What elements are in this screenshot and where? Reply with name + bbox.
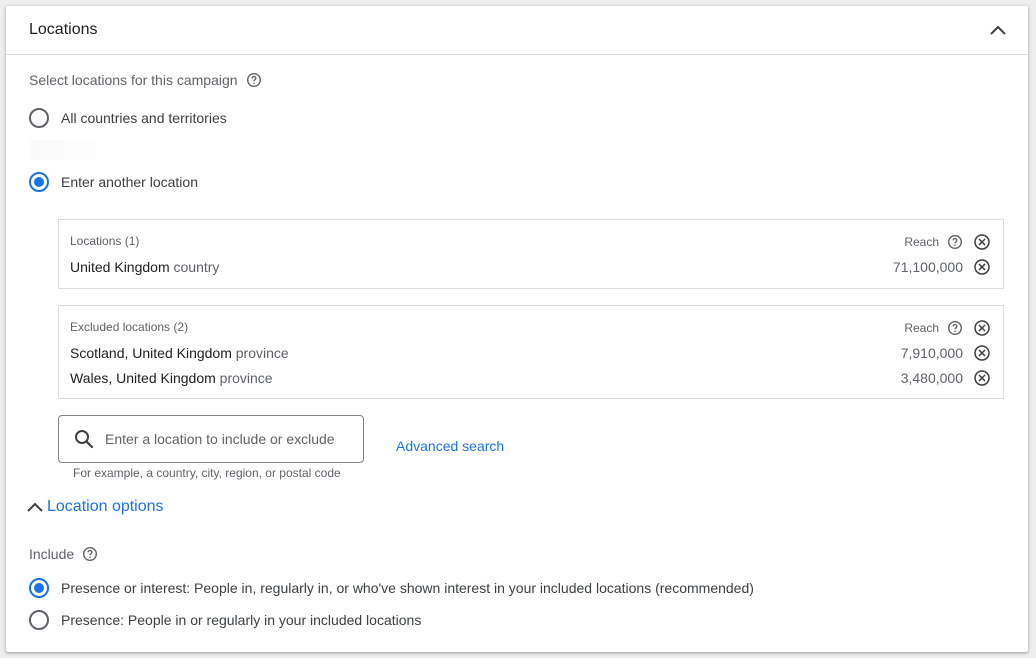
location-type: province [219, 370, 273, 386]
locations-card: Locations Select locations for this camp… [6, 6, 1028, 652]
location-reach: 71,100,000 [892, 259, 963, 275]
location-options-toggle[interactable]: Location options [26, 498, 164, 516]
faded-placeholder [30, 140, 96, 160]
search-icon [75, 430, 94, 449]
remove-all-excluded-icon[interactable] [973, 319, 991, 337]
location-type: country [173, 259, 220, 275]
location-name: Wales, United Kingdom [70, 370, 216, 386]
location-reach: 3,480,000 [900, 370, 963, 386]
radio-presence-row[interactable]: Presence: People in or regularly in your… [29, 610, 421, 630]
include-label: Include [29, 546, 98, 562]
help-icon[interactable] [947, 320, 963, 336]
included-reach-header: Reach [904, 233, 991, 251]
excluded-reach-header: Reach [904, 319, 991, 337]
card-header[interactable]: Locations [6, 6, 1028, 55]
included-locations-box: Locations (1) Reach United Kingdom count… [58, 219, 1004, 289]
help-icon[interactable] [947, 234, 963, 250]
location-name: Scotland, United Kingdom [70, 345, 232, 361]
radio-presence-interest[interactable] [29, 578, 49, 598]
remove-location-icon[interactable] [973, 369, 991, 387]
radio-all-countries-label: All countries and territories [61, 110, 227, 126]
radio-all-countries-row[interactable]: All countries and territories [29, 108, 227, 128]
radio-presence[interactable] [29, 610, 49, 630]
chevron-up-icon [990, 25, 1006, 35]
radio-enter-location-label: Enter another location [61, 174, 198, 190]
excluded-row: Scotland, United Kingdom province 7,910,… [70, 343, 991, 363]
remove-location-icon[interactable] [973, 258, 991, 276]
radio-enter-location-row[interactable]: Enter another location [29, 172, 198, 192]
help-icon[interactable] [82, 546, 98, 562]
excluded-row: Wales, United Kingdom province 3,480,000 [70, 368, 991, 388]
excluded-heading: Excluded locations (2) [70, 320, 189, 334]
search-hint: For example, a country, city, region, or… [73, 466, 341, 480]
advanced-search-link[interactable]: Advanced search [396, 438, 504, 454]
radio-all-countries[interactable] [29, 108, 49, 128]
radio-presence-interest-row[interactable]: Presence or interest: People in, regular… [29, 578, 754, 598]
location-type: province [235, 345, 289, 361]
chevron-up-icon [27, 502, 43, 512]
radio-presence-label: Presence: People in or regularly in your… [61, 612, 422, 628]
collapse-button[interactable] [984, 16, 1012, 44]
location-name: United Kingdom [70, 259, 170, 275]
excluded-locations-box: Excluded locations (2) Reach Scotland, U… [58, 305, 1004, 399]
remove-all-included-icon[interactable] [973, 233, 991, 251]
select-locations-label: Select locations for this campaign [29, 72, 262, 88]
location-search-box[interactable] [58, 415, 364, 463]
included-row: United Kingdom country 71,100,000 [70, 257, 991, 277]
radio-enter-location[interactable] [29, 172, 49, 192]
radio-presence-interest-label: Presence or interest: People in, regular… [61, 580, 754, 596]
location-options-label: Location options [47, 498, 164, 515]
remove-location-icon[interactable] [973, 344, 991, 362]
location-reach: 7,910,000 [900, 345, 963, 361]
location-search-input[interactable] [103, 430, 357, 448]
included-heading: Locations (1) [70, 234, 140, 248]
card-title: Locations [29, 21, 98, 38]
help-icon[interactable] [246, 72, 262, 88]
